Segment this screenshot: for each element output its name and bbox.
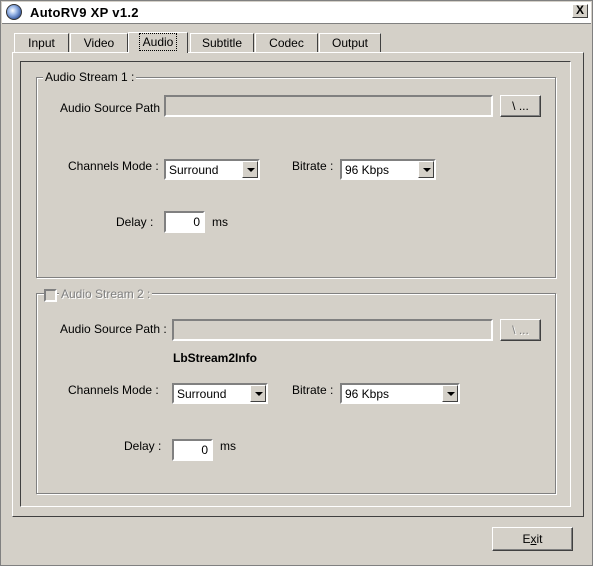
stream1-channels-label: Channels Mode : [68, 159, 159, 173]
tab-subtitle-label: Subtitle [201, 36, 243, 50]
title-bar[interactable]: AutoRV9 XP v1.2 X [2, 2, 591, 24]
audio-stream-1-legend: Audio Stream 1 : [43, 70, 137, 84]
stream2-source-path-label: Audio Source Path : [60, 322, 167, 336]
exit-label-suffix: it [536, 532, 543, 546]
tab-output-label: Output [331, 36, 369, 50]
stream2-bitrate-label: Bitrate : [292, 383, 334, 397]
chevron-down-icon[interactable] [250, 385, 266, 402]
stream2-channels-select[interactable]: Surround [172, 383, 268, 404]
stream1-source-path-label: Audio Source Path : [60, 101, 167, 115]
tab-audio-label: Audio [138, 33, 178, 51]
stream1-bitrate-select[interactable]: 96 Kbps [340, 159, 436, 180]
stream2-bitrate-select[interactable]: 96 Kbps [340, 383, 460, 404]
stream2-channels-label: Channels Mode : [68, 383, 159, 397]
tab-audio[interactable]: Audio [128, 32, 188, 53]
tab-video[interactable]: Video [70, 33, 128, 52]
stream1-browse-button[interactable]: \ ... [500, 95, 541, 117]
tab-input-label: Input [28, 36, 55, 50]
stream1-source-path-input[interactable] [164, 95, 493, 117]
stream2-info-label: LbStream2Info [173, 351, 258, 365]
exit-button[interactable]: Exit [492, 527, 573, 551]
audio-stream-2-legend: Audio Stream 2 : [59, 287, 153, 301]
stream1-channels-value: Surround [169, 163, 219, 177]
tab-codec-label: Codec [269, 36, 304, 50]
stream2-enable-checkbox[interactable] [44, 289, 57, 302]
chevron-down-icon[interactable] [242, 161, 258, 178]
stream1-delay-label: Delay : [116, 215, 154, 229]
tab-video-label: Video [83, 36, 115, 50]
stream2-delay-label: Delay : [124, 439, 162, 453]
stream1-bitrate-value: 96 Kbps [345, 163, 390, 177]
stream1-delay-unit: ms [212, 215, 228, 229]
stream2-delay-unit: ms [220, 439, 236, 453]
exit-label-prefix: E [522, 532, 531, 546]
stream2-source-path-input[interactable] [172, 319, 493, 341]
app-disc-icon [6, 4, 22, 20]
stream1-bitrate-label: Bitrate : [292, 159, 334, 173]
stream1-delay-input[interactable]: 0 [164, 211, 205, 233]
stream2-delay-input[interactable]: 0 [172, 439, 213, 461]
tab-codec[interactable]: Codec [255, 33, 318, 52]
main-window: AutoRV9 XP v1.2 X Input Video Audio Subt… [0, 0, 593, 566]
stream2-channels-value: Surround [177, 387, 227, 401]
stream2-browse-button[interactable]: \ ... [500, 319, 541, 341]
chevron-down-icon[interactable] [442, 385, 458, 402]
chevron-down-icon[interactable] [418, 161, 434, 178]
stream2-bitrate-value: 96 Kbps [345, 387, 390, 401]
stream1-channels-select[interactable]: Surround [164, 159, 260, 180]
tab-subtitle[interactable]: Subtitle [190, 33, 254, 52]
window-title: AutoRV9 XP v1.2 [30, 5, 139, 20]
tab-output[interactable]: Output [319, 33, 381, 52]
close-button[interactable]: X [572, 4, 588, 18]
tab-input[interactable]: Input [14, 33, 69, 52]
